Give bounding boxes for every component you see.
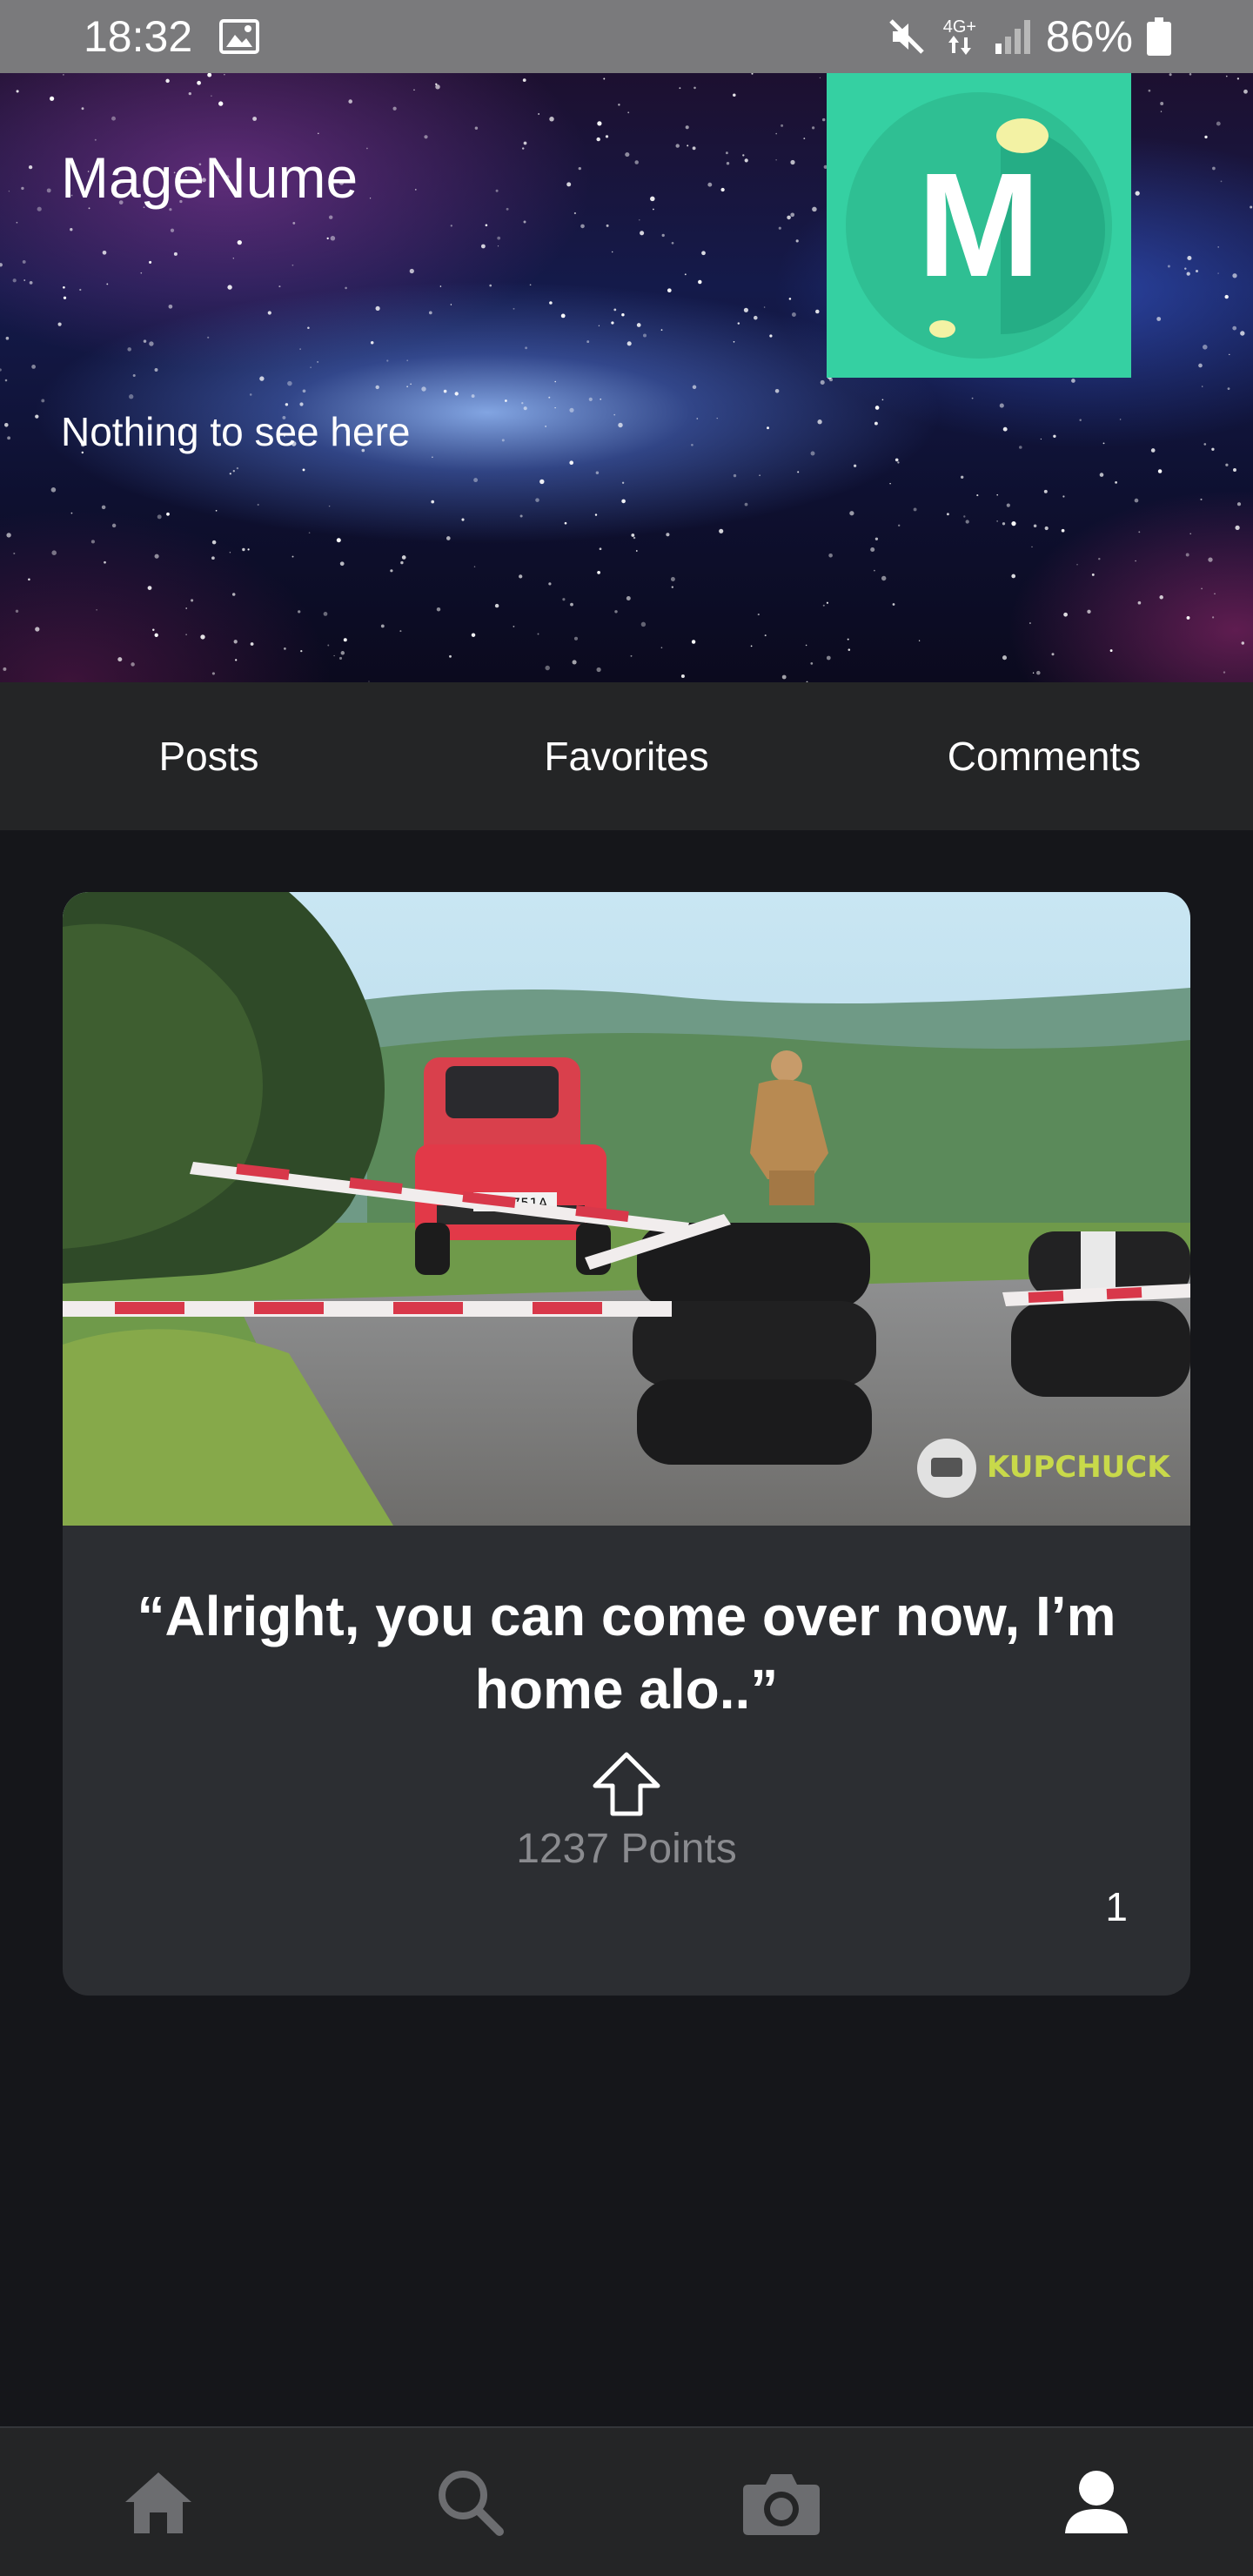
home-icon	[125, 2472, 191, 2533]
profile-bio: Nothing to see here	[61, 409, 411, 454]
status-indicators: 4G+ 86%	[888, 10, 1171, 63]
nav-home-button[interactable]	[115, 2463, 202, 2541]
bottom-navigation	[0, 2426, 1253, 2576]
data-arrows-icon	[948, 36, 971, 55]
upvote-arrow-icon[interactable]	[590, 1749, 663, 1819]
tab-favorites[interactable]: Favorites	[418, 682, 835, 830]
mute-icon	[889, 19, 924, 54]
tab-comments[interactable]: Comments	[835, 682, 1253, 830]
profile-name: MageNume	[61, 145, 358, 210]
search-icon	[439, 2471, 504, 2536]
nav-profile-button[interactable]	[1053, 2463, 1140, 2541]
comment-count[interactable]: 1	[1105, 1881, 1128, 1933]
post-card[interactable]: BBL 751A KUPCHUCK “Alright, you can come…	[63, 892, 1190, 1996]
status-bar: 18:32 4G+ 86%	[0, 0, 1253, 73]
post-image[interactable]: BBL 751A KUPCHUCK	[63, 892, 1190, 1526]
tab-posts[interactable]: Posts	[0, 682, 418, 830]
avatar[interactable]: M	[827, 73, 1131, 378]
profile-header: MageNume Nothing to see here M	[0, 73, 1253, 682]
profile-icon	[1065, 2471, 1128, 2533]
avatar-letter: M	[917, 143, 1041, 308]
battery-percentage: 86%	[1045, 12, 1133, 61]
network-type-label: 4G+	[942, 17, 977, 37]
post-points: 1237 Points	[516, 1826, 737, 1872]
gallery-notification-icon	[219, 19, 259, 54]
signal-icon	[995, 20, 1030, 54]
nav-camera-button[interactable]	[738, 2463, 825, 2541]
post-title[interactable]: “Alright, you can come over now, I’m hom…	[115, 1580, 1138, 1726]
profile-tabs: Posts Favorites Comments	[0, 682, 1253, 830]
battery-icon	[1147, 17, 1171, 56]
video-watermark: KUPCHUCK	[987, 1450, 1171, 1485]
camera-icon	[743, 2474, 820, 2535]
status-time: 18:32	[84, 12, 193, 61]
network-type-icon: 4G+	[940, 18, 980, 55]
nav-search-button[interactable]	[426, 2463, 513, 2541]
